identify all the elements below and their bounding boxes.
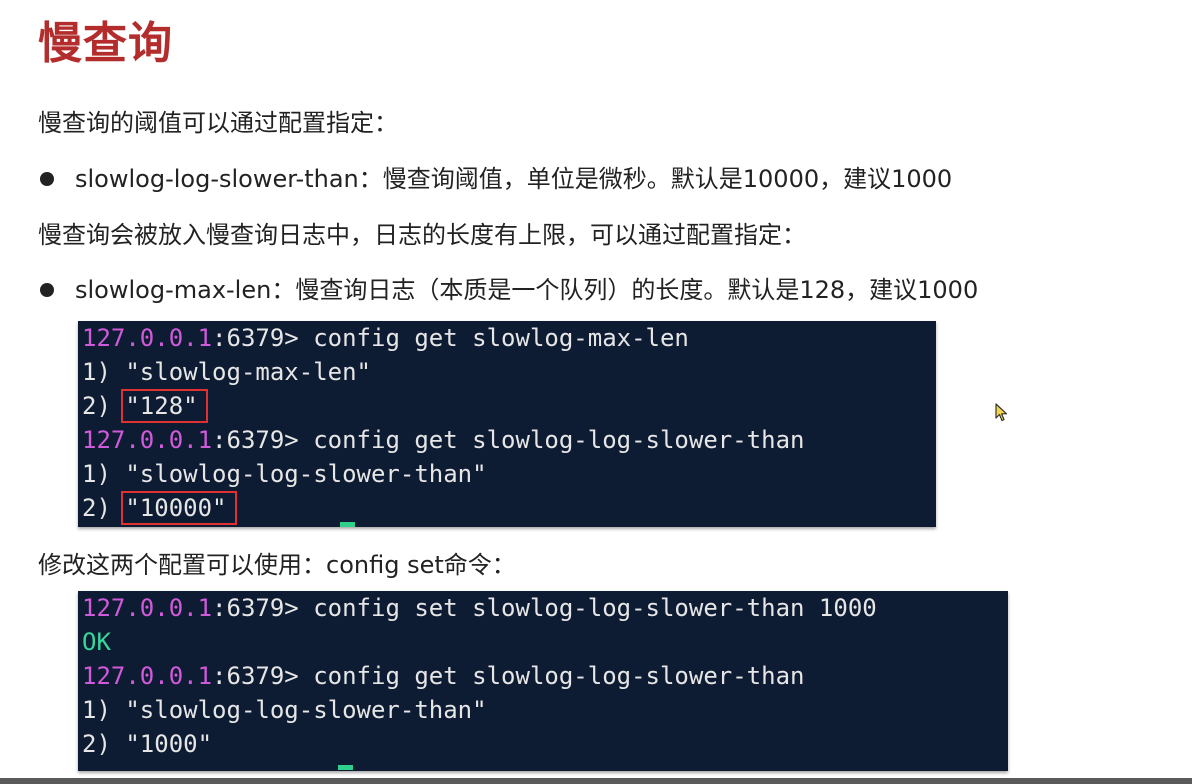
result-index: 2) — [82, 392, 126, 420]
terminal-line: 1) "slowlog-log-slower-than" — [82, 460, 487, 488]
terminal-line: 1) "slowlog-log-slower-than" — [82, 696, 487, 724]
prompt-port: :6379> — [212, 662, 314, 690]
command-text: config get slowlog-log-slower-than — [313, 662, 805, 690]
terminal-line: 127.0.0.1:6379> config get slowlog-max-l… — [78, 321, 936, 355]
prompt-ip: 127.0.0.1 — [82, 426, 213, 454]
bullet-desc: ：慢查询日志（本质是一个队列）的长度。默认是128，建议1000 — [271, 276, 979, 304]
terminal-cursor — [338, 765, 353, 770]
config-set-description: 修改这两个配置可以使用：config set命令： — [38, 551, 516, 579]
terminal-line: 2) "1000" — [82, 730, 213, 758]
terminal-config-get: 127.0.0.1:6379> config get slowlog-max-l… — [78, 321, 936, 527]
command-text: config get slowlog-max-len — [313, 324, 689, 352]
bullet-desc: ：慢查询阈值，单位是微秒。默认是10000，建议1000 — [358, 165, 953, 193]
command-text: config set slowlog-log-slower-than 1000 — [313, 594, 877, 622]
terminal-line: 1) "slowlog-max-len" — [82, 358, 371, 386]
terminal-line: 127.0.0.1:6379> config get slowlog-log-s… — [78, 423, 936, 457]
prompt-ip: 127.0.0.1 — [82, 324, 213, 352]
terminal-cursor — [340, 522, 355, 527]
bullet-slowlog-log-slower-than: slowlog-log-slower-than ：慢查询阈值，单位是微秒。默认是1… — [38, 162, 952, 196]
bullet-key: slowlog-log-slower-than — [75, 165, 359, 193]
prompt-port: :6379> — [212, 426, 314, 454]
mouse-pointer-icon — [995, 403, 1008, 422]
intro-text: 慢查询的阈值可以通过配置指定： — [38, 109, 398, 137]
page-title: 慢查询 — [38, 18, 173, 69]
bullet-icon — [40, 172, 54, 186]
terminal-ok-response: OK — [82, 628, 111, 656]
highlighted-value-128: "128" — [121, 389, 208, 423]
prompt-port: :6379> — [212, 324, 314, 352]
bottom-bar — [0, 778, 1192, 784]
bullet-slowlog-max-len: slowlog-max-len ：慢查询日志（本质是一个队列）的长度。默认是128… — [38, 273, 978, 307]
prompt-port: :6379> — [212, 594, 314, 622]
terminal-line: 2) "10000" — [78, 491, 936, 525]
result-index: 2) — [82, 494, 126, 522]
terminal-line: 127.0.0.1:6379> config get slowlog-log-s… — [78, 659, 1008, 693]
terminal-config-set: 127.0.0.1:6379> config set slowlog-log-s… — [78, 591, 1008, 771]
terminal-line: 127.0.0.1:6379> config set slowlog-log-s… — [78, 591, 1008, 625]
prompt-ip: 127.0.0.1 — [82, 594, 213, 622]
prompt-ip: 127.0.0.1 — [82, 662, 213, 690]
bullet-key: slowlog-max-len — [75, 276, 272, 304]
command-text: config get slowlog-log-slower-than — [313, 426, 805, 454]
slowlog-description: 慢查询会被放入慢查询日志中，日志的长度有上限，可以通过配置指定： — [38, 221, 806, 249]
bullet-icon — [40, 283, 54, 297]
terminal-line: 2) "128" — [78, 389, 936, 423]
highlighted-value-10000: "10000" — [121, 491, 237, 525]
